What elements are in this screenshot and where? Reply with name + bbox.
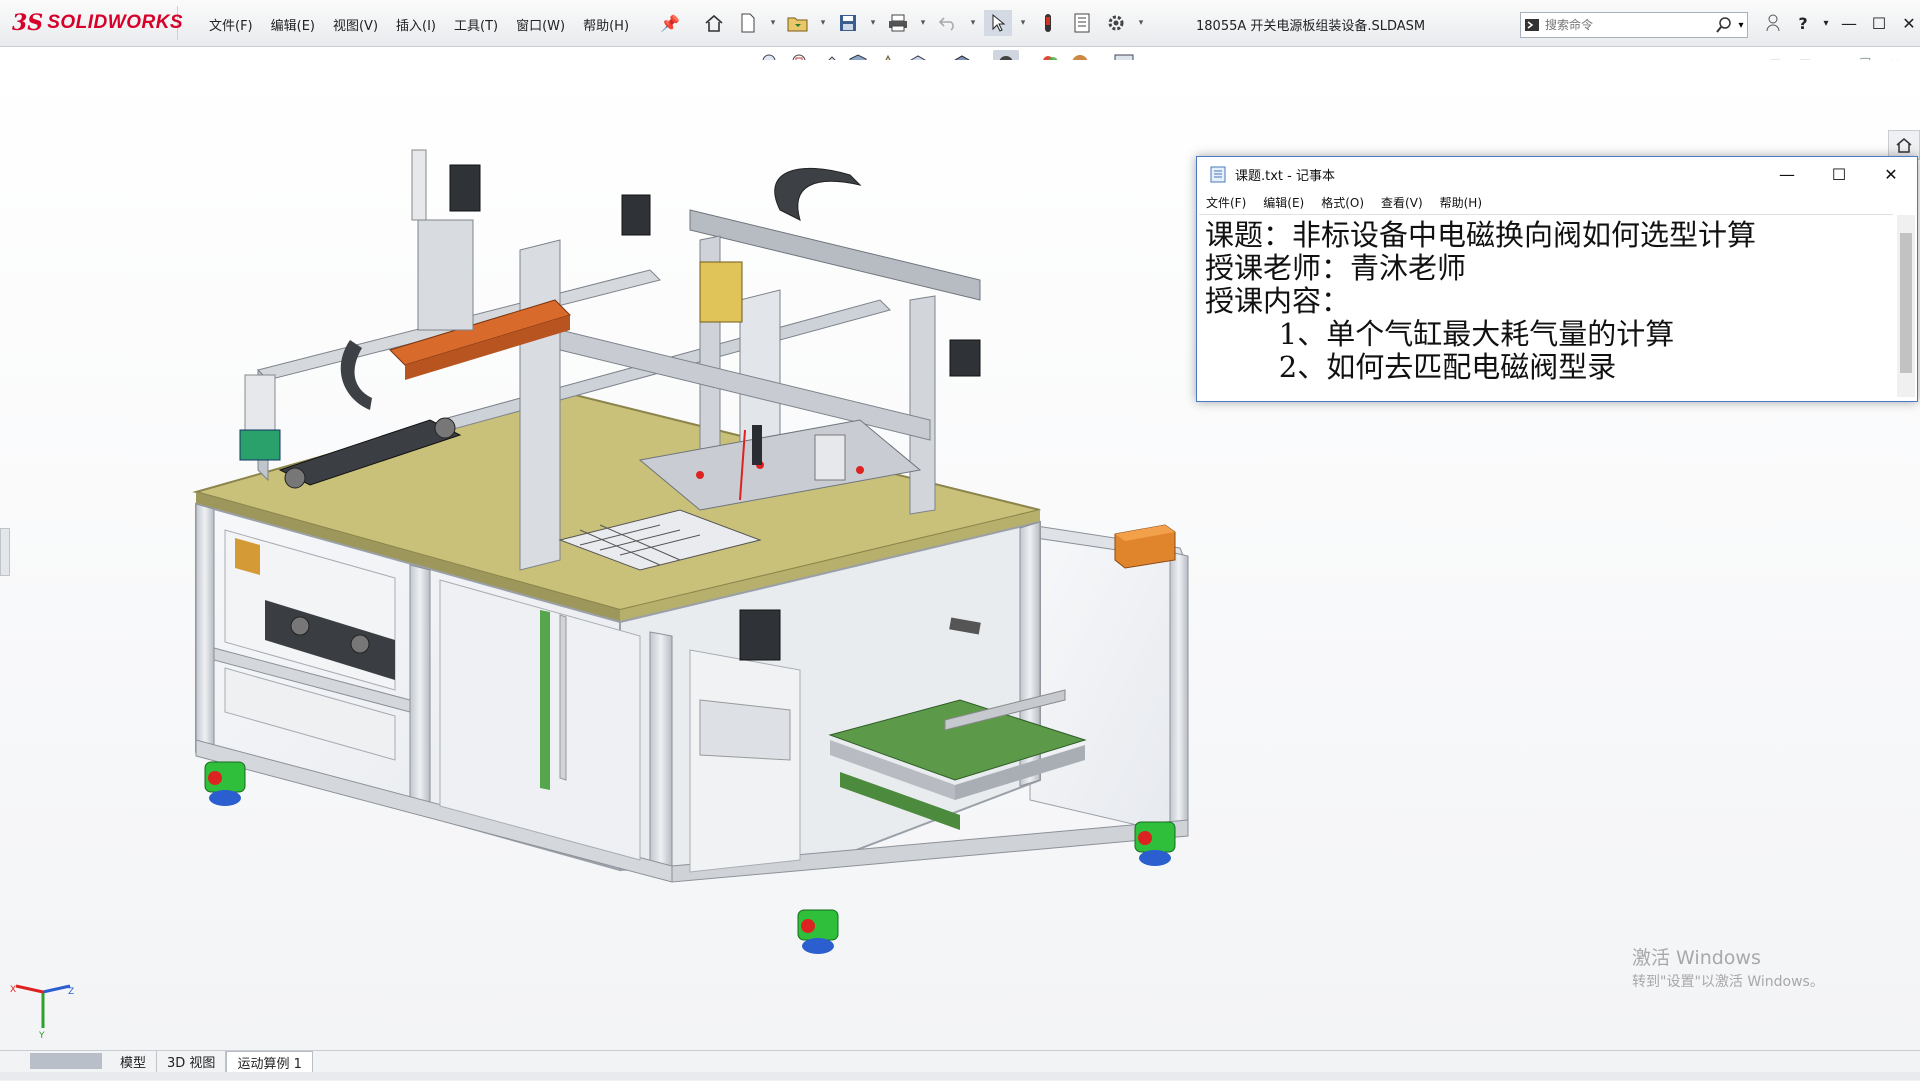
user-icon[interactable] [1760, 10, 1786, 36]
menu-help[interactable]: 帮助(H) [574, 12, 638, 37]
print-icon[interactable] [884, 10, 912, 36]
caster-front-left [204, 761, 246, 806]
chevron-down-icon[interactable]: ▾ [1735, 14, 1747, 36]
menu-window[interactable]: 窗口(W) [507, 12, 574, 37]
activation-watermark-title: 激活 Windows [1632, 947, 1761, 969]
quick-access-toolbar: ▾ ▾ ▾ ▾ ▾ ▾ ▾ [700, 10, 1146, 36]
notepad-title: 课题.txt - 记事本 [1235, 168, 1335, 184]
notepad-minimize-icon[interactable]: — [1761, 157, 1813, 191]
close-icon[interactable]: ✕ [1896, 10, 1920, 36]
menu-tools[interactable]: 工具(T) [445, 12, 507, 37]
notepad-icon [1210, 166, 1226, 183]
chevron-down-icon[interactable]: ▾ [1136, 18, 1146, 28]
activation-watermark-subtitle: 转到"设置"以激活 Windows。 [1632, 974, 1824, 990]
document-title: 18055A 开关电源板组装设备.SLDASM [1196, 19, 1426, 34]
tab-3d-view[interactable]: 3D 视图 [157, 1051, 227, 1073]
notepad-menu-help[interactable]: 帮助(H) [1431, 191, 1490, 213]
notepad-text-area[interactable]: 课题：非标设备中电磁换向阀如何选型计算 授课老师：青沐老师 授课内容： 1、单个… [1199, 214, 1893, 398]
chevron-down-icon[interactable]: ▾ [918, 18, 928, 28]
svg-text:X: X [10, 985, 16, 995]
logo-text: SOLIDWORKS [47, 12, 184, 33]
text-line-item-1: 1、单个气缸最大耗气量的计算 [1205, 317, 1675, 351]
notepad-menu-bar: 文件(F) 编辑(E) 格式(O) 查看(V) 帮助(H) [1197, 191, 1917, 213]
menu-file[interactable]: 文件(F) [200, 12, 262, 37]
notepad-menu-file[interactable]: 文件(F) [1197, 191, 1254, 213]
options-icon[interactable] [1102, 10, 1130, 36]
pin-icon[interactable]: 📌 [660, 14, 680, 33]
chevron-down-icon[interactable]: ▾ [968, 18, 978, 28]
ds-logo-icon: 3S [12, 10, 44, 36]
help-icon[interactable]: ? [1790, 10, 1816, 36]
notepad-menu-format[interactable]: 格式(O) [1312, 191, 1372, 213]
open-icon[interactable] [784, 10, 812, 36]
menu-view[interactable]: 视图(V) [324, 12, 387, 37]
notepad-maximize-icon[interactable]: ☐ [1813, 157, 1865, 191]
chevron-down-icon[interactable]: ▾ [768, 18, 778, 28]
chevron-down-icon[interactable]: ▾ [1820, 10, 1832, 36]
tab-navigation-arrows[interactable] [30, 1053, 102, 1069]
maximize-icon[interactable]: ☐ [1866, 10, 1892, 36]
notepad-menu-view[interactable]: 查看(V) [1372, 191, 1431, 213]
chevron-down-icon[interactable]: ▾ [818, 18, 828, 28]
text-line-topic: 课题：非标设备中电磁换向阀如何选型计算 [1205, 218, 1757, 252]
new-doc-icon[interactable] [734, 10, 762, 36]
notepad-window-controls: — ☐ ✕ [1761, 157, 1917, 191]
command-search-icon[interactable] [1521, 14, 1543, 36]
scrollbar-thumb[interactable] [1900, 233, 1912, 373]
text-line-content-heading: 授课内容： [1205, 284, 1351, 318]
axis-triad-icon: Z X Y [8, 980, 78, 1041]
notepad-window[interactable]: 课题.txt - 记事本 — ☐ ✕ 文件(F) 编辑(E) 格式(O) 查看(… [1196, 156, 1918, 402]
minimize-icon[interactable]: — [1836, 10, 1862, 36]
solidworks-logo[interactable]: 3S SOLIDWORKS [12, 6, 183, 40]
file-props-icon[interactable] [1068, 10, 1096, 36]
tab-motion-study-1[interactable]: 运动算例 1 [226, 1051, 313, 1073]
undo-icon[interactable] [934, 10, 962, 36]
notepad-scrollbar[interactable] [1897, 215, 1915, 397]
text-line-teacher: 授课老师：青沐老师 [1205, 251, 1467, 285]
rebuild-icon[interactable] [1034, 10, 1062, 36]
document-tabs: 模型 3D 视图 运动算例 1 [30, 1051, 313, 1073]
chevron-down-icon[interactable]: ▾ [868, 18, 878, 28]
notepad-close-icon[interactable]: ✕ [1865, 157, 1917, 191]
select-icon[interactable] [984, 10, 1012, 36]
search-box[interactable]: ▾ [1520, 12, 1748, 38]
search-input[interactable] [1543, 17, 1697, 33]
tab-model[interactable]: 模型 [110, 1051, 158, 1073]
svg-text:Y: Y [38, 1031, 45, 1040]
menu-bar: 文件(F) 编辑(E) 视图(V) 插入(I) 工具(T) 窗口(W) 帮助(H… [200, 12, 638, 37]
save-icon[interactable] [834, 10, 862, 36]
notepad-menu-edit[interactable]: 编辑(E) [1254, 191, 1312, 213]
status-bar [0, 1072, 1920, 1080]
search-icon[interactable] [1713, 14, 1735, 36]
chevron-down-icon[interactable]: ▾ [1018, 18, 1028, 28]
home-icon[interactable] [700, 10, 728, 36]
menu-edit[interactable]: 编辑(E) [262, 12, 324, 37]
window-controls: ? ▾ — ☐ ✕ [1760, 10, 1920, 36]
caster-front-center [797, 909, 839, 954]
menu-insert[interactable]: 插入(I) [387, 12, 445, 37]
text-line-item-2: 2、如何去匹配电磁阀型录 [1205, 350, 1617, 384]
feature-manager-toggle[interactable] [0, 528, 10, 576]
svg-text:Z: Z [68, 987, 74, 997]
caster-front-right [1134, 821, 1176, 866]
